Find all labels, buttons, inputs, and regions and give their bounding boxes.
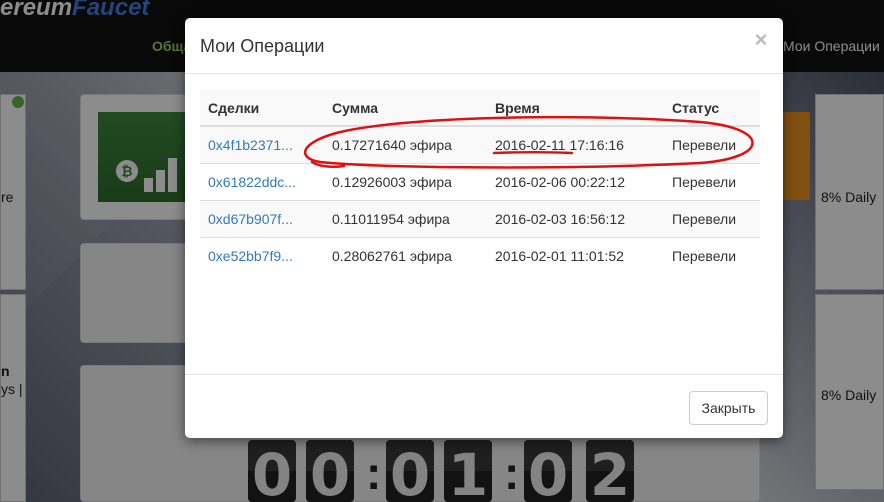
column-header-time: Время (487, 90, 664, 127)
table-header-row: Сделки Сумма Время Статус (200, 90, 760, 127)
time-cell: 2016-02-06 00:22:12 (487, 162, 664, 200)
status-cell: Перевели (664, 236, 760, 274)
operations-modal: Мои Операции × Сделки Сумма Время Статус… (185, 18, 783, 438)
status-cell: Перевели (664, 162, 760, 200)
modal-footer: Закрыть (185, 374, 783, 438)
modal-title: Мои Операции (200, 36, 325, 56)
close-button[interactable]: Закрыть (689, 391, 768, 425)
time-cell: 2016-02-03 16:56:12 (487, 199, 664, 237)
table-row: 0x61822ddc... 0.12926003 эфира 2016-02-0… (200, 162, 760, 200)
amount-cell: 0.11011954 эфира (324, 199, 487, 237)
table-row: 0x4f1b2371... 0.17271640 эфира 2016-02-1… (200, 125, 760, 163)
time-cell: 2016-02-01 11:01:52 (487, 236, 664, 274)
status-cell: Перевели (664, 125, 760, 163)
table-row: 0xd67b907f... 0.11011954 эфира 2016-02-0… (200, 199, 760, 237)
time-cell: 2016-02-11 17:16:16 (487, 125, 664, 163)
tx-link[interactable]: 0xd67b907f... (208, 211, 293, 227)
amount-cell: 0.12926003 эфира (324, 162, 487, 200)
operations-table: Сделки Сумма Время Статус 0x4f1b2371... … (200, 90, 760, 274)
close-icon[interactable]: × (753, 29, 769, 51)
column-header-amount: Сумма (324, 90, 487, 127)
amount-cell: 0.28062761 эфира (324, 236, 487, 274)
tx-link[interactable]: 0xe52bb7f9... (208, 248, 293, 264)
column-header-status: Статус (664, 90, 760, 127)
tx-link[interactable]: 0x4f1b2371... (208, 137, 293, 153)
table-row: 0xe52bb7f9... 0.28062761 эфира 2016-02-0… (200, 236, 760, 274)
tx-link[interactable]: 0x61822ddc... (208, 174, 296, 190)
modal-body: Сделки Сумма Время Статус 0x4f1b2371... … (200, 90, 760, 274)
status-cell: Перевели (664, 199, 760, 237)
amount-cell: 0.17271640 эфира (324, 125, 487, 163)
column-header-deals: Сделки (200, 90, 324, 127)
modal-header: Мои Операции × (185, 18, 783, 74)
